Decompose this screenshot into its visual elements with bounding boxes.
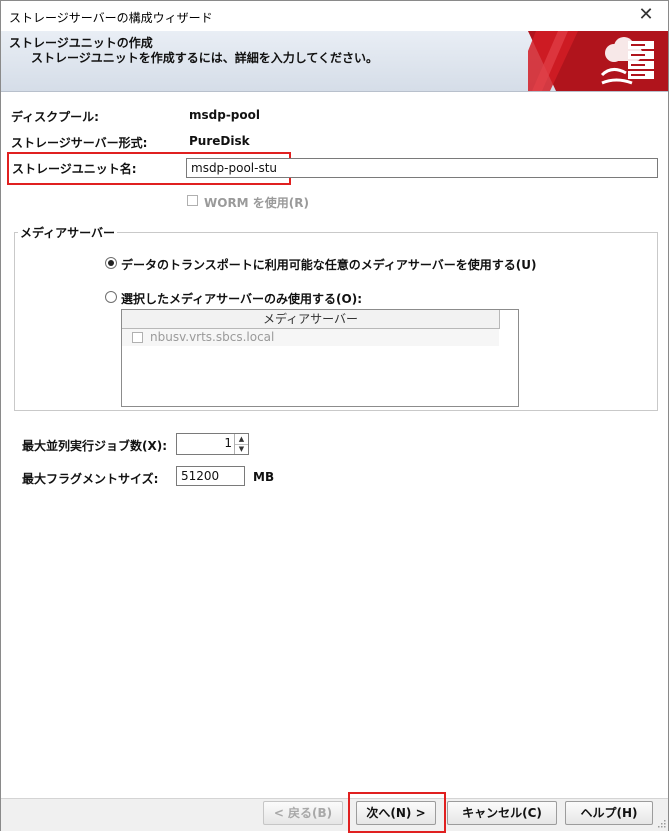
any-media-server-radio[interactable] — [105, 257, 117, 269]
wizard-window: ストレージサーバーの構成ウィザード ✕ ストレージユニットの作成 ストレージユニ… — [0, 0, 669, 833]
worm-checkbox[interactable] — [187, 195, 198, 206]
max-jobs-value[interactable]: 1 — [224, 436, 232, 450]
media-server-group-title: メディアサーバー — [18, 224, 118, 241]
spinner-down-icon[interactable]: ▼ — [235, 444, 248, 454]
server-type-value: PureDisk — [189, 134, 250, 148]
window-title: ストレージサーバーの構成ウィザード — [9, 11, 213, 25]
max-fragment-label: 最大フラグメントサイズ: — [22, 472, 159, 486]
table-row[interactable]: nbusv.vrts.sbcs.local — [122, 329, 499, 346]
media-server-name: nbusv.vrts.sbcs.local — [150, 330, 275, 344]
spinner-buttons: ▲ ▼ — [234, 434, 248, 454]
max-jobs-label: 最大並列実行ジョブ数(X): — [22, 439, 168, 453]
media-server-table: メディアサーバー nbusv.vrts.sbcs.local — [121, 309, 519, 407]
selected-media-server-label[interactable]: 選択したメディアサーバーのみ使用する(O): — [121, 290, 362, 307]
disk-pool-label: ディスクプール: — [11, 110, 99, 124]
unit-name-input[interactable]: msdp-pool-stu — [186, 158, 658, 178]
disk-pool-value: msdp-pool — [189, 108, 260, 122]
media-server-checkbox[interactable] — [132, 332, 143, 343]
max-jobs-spinner[interactable]: 1 ▲ ▼ — [176, 433, 249, 455]
header-subtitle: ストレージユニットを作成するには、詳細を入力してください。 — [31, 51, 379, 65]
help-button[interactable]: ヘルプ(H) — [565, 801, 653, 825]
server-type-label: ストレージサーバー形式: — [11, 136, 148, 150]
any-media-server-label[interactable]: データのトランスポートに利用可能な任意のメディアサーバーを使用する(U) — [121, 256, 537, 273]
close-icon[interactable]: ✕ — [634, 4, 658, 26]
resize-grip-icon[interactable] — [656, 818, 666, 828]
max-fragment-unit: MB — [253, 470, 275, 484]
back-button[interactable]: < 戻る(B) — [263, 801, 343, 825]
wizard-header: ストレージユニットの作成 ストレージユニットを作成するには、詳細を入力してくださ… — [1, 31, 668, 92]
selected-media-server-radio[interactable] — [105, 291, 117, 303]
media-server-table-header[interactable]: メディアサーバー — [122, 310, 500, 329]
cancel-button[interactable]: キャンセル(C) — [447, 801, 557, 825]
title-bar: ストレージサーバーの構成ウィザード ✕ — [1, 1, 668, 31]
unit-name-label: ストレージユニット名: — [12, 162, 137, 176]
next-button[interactable]: 次へ(N) > — [356, 801, 436, 825]
worm-label: WORM を使用(R) — [204, 196, 310, 210]
cloud-server-logo — [528, 31, 668, 91]
max-fragment-input[interactable]: 51200 — [176, 466, 245, 486]
